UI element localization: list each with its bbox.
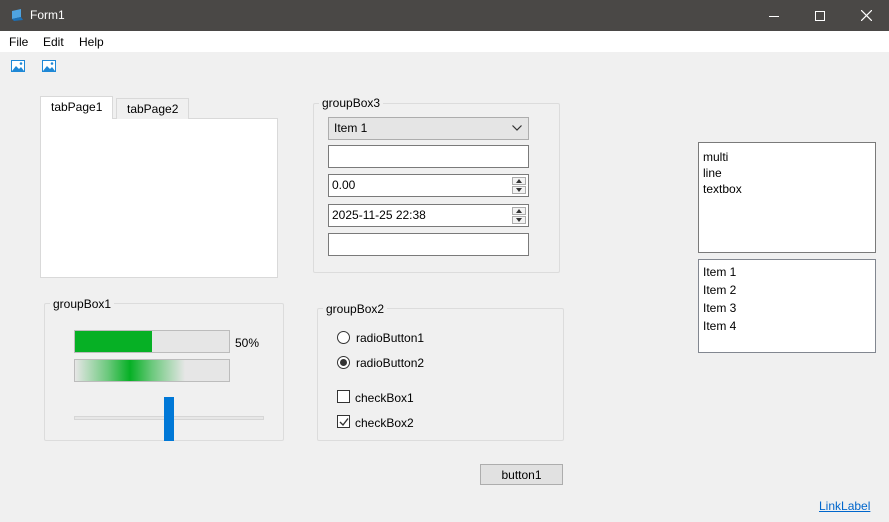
check-box-1[interactable]	[337, 390, 350, 403]
tab-page-1[interactable]: tabPage1	[40, 96, 114, 119]
list-item[interactable]: Item 4	[703, 317, 875, 335]
menu-help[interactable]: Help	[79, 35, 104, 49]
image-icon[interactable]	[41, 58, 57, 74]
menu-file[interactable]: File	[9, 35, 28, 49]
minimize-button[interactable]	[751, 0, 797, 31]
date-down-button[interactable]	[512, 216, 526, 224]
checkmark-icon	[339, 418, 349, 427]
multiline-line: textbox	[703, 182, 742, 196]
combo-box[interactable]: Item 1	[328, 117, 529, 140]
group-box-2-title: groupBox2	[323, 302, 388, 316]
maximize-icon	[815, 10, 825, 21]
radio-button-2-label[interactable]: radioButton2	[356, 356, 424, 370]
progress-fill	[75, 331, 152, 352]
check-box-1-label[interactable]: checkBox1	[355, 391, 414, 405]
check-box-2[interactable]	[337, 415, 350, 428]
group-box-1-title: groupBox1	[50, 297, 115, 311]
masked-text-box[interactable]	[328, 233, 529, 256]
menu-bar	[0, 31, 889, 52]
date-time-picker[interactable]: 2025-11-25 22:38	[328, 204, 529, 227]
chevron-down-icon	[512, 125, 522, 131]
minimize-icon	[769, 15, 779, 17]
spin-up-icon	[516, 179, 522, 183]
trackbar-thumb[interactable]	[164, 397, 174, 441]
spin-down-icon	[516, 218, 522, 222]
list-item[interactable]: Item 3	[703, 299, 875, 317]
group-box-3-title: groupBox3	[319, 96, 384, 110]
numeric-up-down[interactable]: 0.00	[328, 174, 529, 197]
close-icon	[860, 10, 872, 21]
marquee-fill	[75, 360, 185, 381]
text-box[interactable]	[328, 145, 529, 168]
list-box[interactable]: Item 1 Item 2 Item 3 Item 4	[698, 259, 876, 353]
spin-up-icon	[516, 209, 522, 213]
maximize-button[interactable]	[797, 0, 843, 31]
numeric-value: 0.00	[332, 178, 356, 192]
spin-down-button[interactable]	[512, 186, 526, 194]
radio-button-2[interactable]	[337, 356, 350, 369]
date-up-button[interactable]	[512, 207, 526, 215]
form-app-icon	[10, 8, 24, 22]
list-item[interactable]: Item 1	[703, 263, 875, 281]
multiline-textbox[interactable]: multi line textbox	[698, 142, 876, 253]
image-icon[interactable]	[10, 58, 26, 74]
check-box-2-label[interactable]: checkBox2	[355, 416, 414, 430]
tab-page-2[interactable]: tabPage2	[116, 98, 190, 119]
progress-bar	[74, 330, 230, 353]
combo-value: Item 1	[334, 121, 368, 135]
radio-button-1[interactable]	[337, 331, 350, 344]
tab-panel	[40, 118, 278, 278]
progress-label: 50%	[235, 336, 260, 350]
button1[interactable]: button1	[480, 464, 563, 485]
window-title: Form1	[30, 8, 65, 22]
multiline-line: line	[703, 166, 722, 180]
spin-up-button[interactable]	[512, 177, 526, 185]
radio-selected-dot	[340, 359, 347, 366]
close-button[interactable]	[843, 0, 889, 31]
marquee-progress-bar	[74, 359, 230, 382]
multiline-line: multi	[703, 150, 729, 164]
link-label[interactable]: LinkLabel	[819, 499, 870, 513]
menu-edit[interactable]: Edit	[43, 35, 64, 49]
spin-down-icon	[516, 188, 522, 192]
list-item[interactable]: Item 2	[703, 281, 875, 299]
datetime-value: 2025-11-25 22:38	[332, 208, 426, 222]
radio-button-1-label[interactable]: radioButton1	[356, 331, 424, 345]
